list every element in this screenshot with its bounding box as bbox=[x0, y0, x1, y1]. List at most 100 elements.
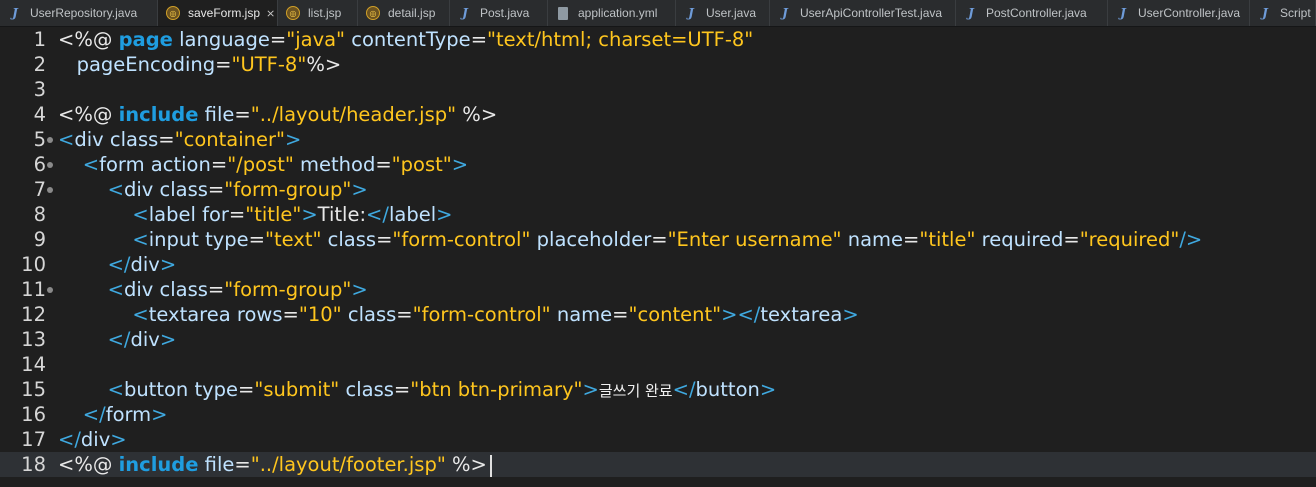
code-token: "java" bbox=[286, 28, 346, 51]
tab-label: UserController.java bbox=[1138, 6, 1241, 20]
fold-toggle-icon[interactable] bbox=[47, 137, 53, 143]
tab-userrepository-java[interactable]: J UserRepository.java bbox=[0, 0, 158, 26]
code-token: < bbox=[58, 228, 149, 251]
tab-saveform-jsp[interactable]: ◎ saveForm.jsp ⨯ bbox=[158, 0, 278, 26]
code-line[interactable]: 7 <div class="form-group"> bbox=[0, 177, 1316, 202]
code-token: > bbox=[351, 278, 368, 301]
fold-toggle-icon[interactable] bbox=[47, 187, 53, 193]
code-token: </ bbox=[58, 328, 131, 351]
tab-label: detail.jsp bbox=[388, 6, 436, 20]
tab-application-yml[interactable]: application.yml bbox=[548, 0, 676, 26]
code-line[interactable]: 15 <button type="submit" class="btn btn-… bbox=[0, 377, 1316, 402]
code-token: class bbox=[339, 378, 394, 401]
code-token: < bbox=[58, 203, 149, 226]
code-token: = bbox=[234, 103, 251, 126]
code-token: div bbox=[130, 253, 160, 276]
code-text: pageEncoding="UTF-8"%> bbox=[58, 52, 342, 77]
code-token: ></ bbox=[721, 303, 761, 326]
code-line[interactable]: 18 <%@ include file="../layout/footer.jsp… bbox=[0, 452, 1316, 477]
code-token: > bbox=[159, 328, 177, 351]
code-line[interactable]: 17 </div> bbox=[0, 427, 1316, 452]
line-number: 16 bbox=[21, 403, 46, 426]
code-token: "post" bbox=[391, 153, 452, 176]
code-token: 글쓰기 완료 bbox=[598, 382, 673, 400]
code-token: for bbox=[195, 203, 229, 226]
tab-list-jsp[interactable]: ◎ list.jsp bbox=[278, 0, 358, 26]
code-token: /> bbox=[1179, 228, 1203, 251]
code-line[interactable]: 3 bbox=[0, 77, 1316, 102]
code-token: "form-group" bbox=[224, 178, 352, 201]
code-line[interactable]: 1 <%@ page language="java" contentType="t… bbox=[0, 27, 1316, 52]
code-token: "text" bbox=[265, 228, 322, 251]
code-token: </ bbox=[58, 428, 81, 451]
code-line[interactable]: 2 pageEncoding="UTF-8"%> bbox=[0, 52, 1316, 77]
tab-usercontroller-java[interactable]: J UserController.java bbox=[1108, 0, 1250, 26]
tab-label: Post.java bbox=[480, 6, 530, 20]
line-number: 14 bbox=[21, 353, 46, 376]
line-number: 11 bbox=[21, 278, 46, 301]
tab-post-java[interactable]: J Post.java bbox=[450, 0, 548, 26]
code-token: placeholder bbox=[530, 228, 652, 251]
code-token: name bbox=[841, 228, 904, 251]
line-number: 5 bbox=[33, 128, 46, 151]
code-token: <%@ bbox=[58, 28, 119, 51]
code-line[interactable]: 16 </form> bbox=[0, 402, 1316, 427]
code-token: = bbox=[651, 228, 668, 251]
code-text: </div> bbox=[58, 327, 177, 352]
code-token: %> bbox=[306, 53, 342, 76]
code-token: label bbox=[388, 203, 437, 226]
code-token: = bbox=[282, 303, 299, 326]
code-token: = bbox=[375, 153, 392, 176]
code-line[interactable]: 12 <textarea rows="10" class="form-contr… bbox=[0, 302, 1316, 327]
tab-detail-jsp[interactable]: ◎ detail.jsp bbox=[358, 0, 450, 26]
tab-script[interactable]: J Script bbox=[1250, 0, 1316, 26]
fold-toggle-icon[interactable] bbox=[47, 287, 53, 293]
code-editor[interactable]: 1 <%@ page language="java" contentType="t… bbox=[0, 27, 1316, 487]
java-file-icon: J bbox=[462, 6, 468, 20]
line-number: 15 bbox=[21, 378, 46, 401]
java-file-icon: J bbox=[688, 6, 694, 20]
code-token: > bbox=[159, 253, 177, 276]
code-token: include bbox=[118, 103, 199, 126]
code-line[interactable]: 8 <label for="title">Title:</label> bbox=[0, 202, 1316, 227]
code-token: type bbox=[198, 228, 249, 251]
code-line[interactable]: 4 <%@ include file="../layout/header.jsp"… bbox=[0, 102, 1316, 127]
tab-postcontroller-java[interactable]: J PostController.java bbox=[956, 0, 1108, 26]
code-line[interactable]: 9 <input type="text" class="form-control… bbox=[0, 227, 1316, 252]
code-token: div bbox=[123, 178, 154, 201]
code-token: class bbox=[153, 278, 208, 301]
code-token: < bbox=[58, 303, 149, 326]
code-line[interactable]: 10 </div> bbox=[0, 252, 1316, 277]
tab-userapicontrollertest-java[interactable]: J UserApiControllerTest.java bbox=[770, 0, 956, 26]
code-token: "form-group" bbox=[224, 278, 352, 301]
code-token: include bbox=[118, 453, 199, 476]
code-line[interactable]: 13 </div> bbox=[0, 327, 1316, 352]
code-token: "btn btn-primary" bbox=[410, 378, 583, 401]
code-line[interactable]: 5 <div class="container"> bbox=[0, 127, 1316, 152]
code-token: "../layout/footer.jsp" bbox=[250, 453, 446, 476]
code-text: <div class="form-group"> bbox=[58, 177, 368, 202]
jsp-file-icon: ◎ bbox=[366, 6, 380, 20]
code-token: < bbox=[58, 153, 100, 176]
fold-toggle-icon[interactable] bbox=[47, 162, 53, 168]
editor-tab-bar: J UserRepository.java ◎ saveForm.jsp ⨯ ◎ list.… bbox=[0, 0, 1316, 27]
line-number: 7 bbox=[33, 178, 46, 201]
code-token: class bbox=[341, 303, 397, 326]
code-line[interactable]: 14 bbox=[0, 352, 1316, 377]
code-token: div bbox=[123, 278, 154, 301]
code-token: = bbox=[470, 28, 488, 51]
tab-user-java[interactable]: J User.java bbox=[676, 0, 770, 26]
code-token: file bbox=[198, 103, 235, 126]
code-line[interactable]: 11 <div class="form-group"> bbox=[0, 277, 1316, 302]
code-token: rows bbox=[230, 303, 283, 326]
line-number: 12 bbox=[21, 303, 46, 326]
jsp-file-icon: ◎ bbox=[166, 6, 180, 20]
code-text: <button type="submit" class="btn btn-pri… bbox=[58, 377, 777, 404]
close-icon[interactable]: ⨯ bbox=[266, 7, 275, 20]
code-token: = bbox=[207, 278, 225, 301]
code-line[interactable]: 6 <form action="/post" method="post"> bbox=[0, 152, 1316, 177]
code-token: div bbox=[130, 328, 160, 351]
jsp-file-icon: ◎ bbox=[286, 6, 300, 20]
code-token: "container" bbox=[174, 128, 285, 151]
code-token: </ bbox=[366, 203, 389, 226]
